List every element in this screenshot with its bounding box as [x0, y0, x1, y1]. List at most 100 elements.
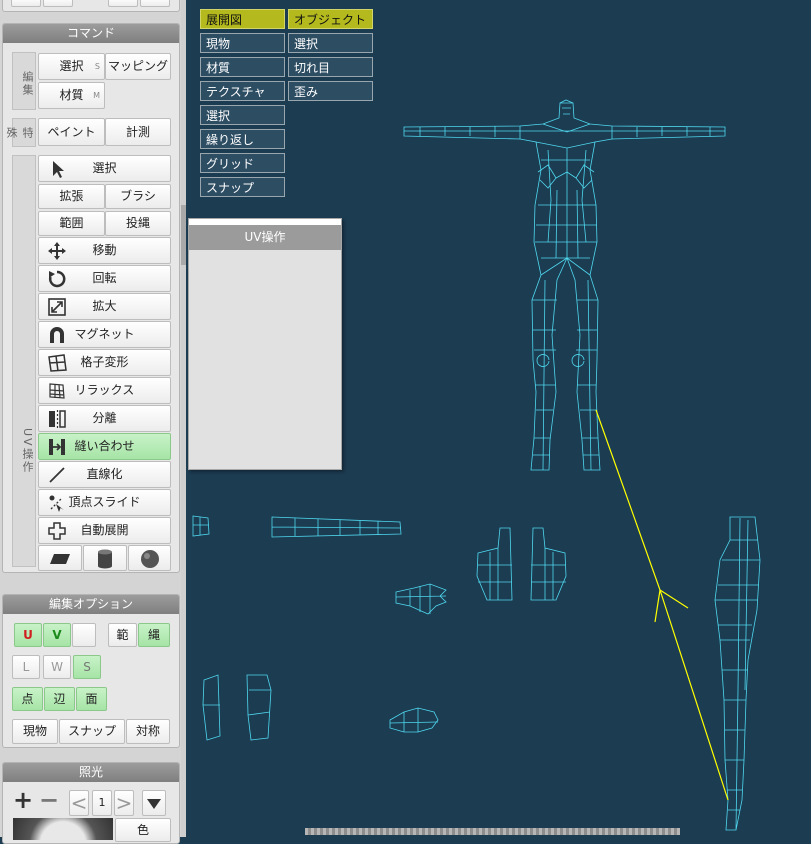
- tool-straighten-button[interactable]: 直線化: [38, 461, 171, 488]
- select-shortcut: S: [94, 62, 100, 71]
- menu-grid[interactable]: グリッド: [200, 153, 285, 173]
- tool-expand-button[interactable]: 拡張: [38, 184, 105, 209]
- command-panel: コマンド 編集 選択 S マッピング 材質 M 特殊 ペイント 計測 UV操作 …: [2, 23, 180, 573]
- paint-button[interactable]: ペイント: [38, 118, 105, 146]
- straight-line-icon: [49, 467, 65, 483]
- tab-object-view[interactable]: オブジェクト: [288, 9, 373, 29]
- menu-select-2[interactable]: 選択: [288, 33, 373, 53]
- tool-split-button[interactable]: 分離: [38, 405, 171, 432]
- tool-magnet-button[interactable]: マグネット: [38, 321, 171, 348]
- tool-auto-unwrap-label: 自動展開: [80, 523, 129, 537]
- edge-mode-toggle[interactable]: 辺: [44, 687, 75, 711]
- menu-repeat[interactable]: 繰り返し: [200, 129, 285, 149]
- tab-unwrap-view[interactable]: 展開図: [200, 9, 285, 29]
- select-mode-label: 選択: [59, 59, 84, 73]
- remnant-button-1[interactable]: [11, 0, 41, 7]
- range-option-toggle[interactable]: 範: [108, 623, 137, 647]
- tool-move-button[interactable]: 移動: [38, 237, 171, 264]
- left-panel: コマンド 編集 選択 S マッピング 材質 M 特殊 ペイント 計測 UV操作 …: [0, 0, 186, 844]
- remnant-button-4[interactable]: [140, 0, 170, 7]
- group-special-label: 特殊: [5, 118, 36, 147]
- remnant-button-2[interactable]: [43, 0, 73, 7]
- tool-rotate-button[interactable]: 回転: [38, 265, 171, 292]
- light-color-button[interactable]: 色: [115, 818, 171, 842]
- viewport-horizontal-scrollbar[interactable]: [305, 828, 680, 835]
- menu-material[interactable]: 材質: [200, 57, 285, 77]
- current-object-button[interactable]: 現物: [12, 719, 58, 744]
- mapping-button[interactable]: マッピング: [105, 53, 171, 80]
- seam-line-lower: [654, 589, 729, 801]
- blank-axis-toggle[interactable]: [72, 623, 96, 647]
- split-icon: [49, 410, 66, 428]
- vertex-slide-icon: [49, 495, 64, 512]
- arrow-cursor-icon: [53, 161, 64, 178]
- menu-select[interactable]: 選択: [200, 105, 285, 125]
- symmetry-button[interactable]: 対称: [126, 719, 170, 744]
- tool-lasso-button[interactable]: 投縄: [105, 211, 171, 236]
- seam-line-upper: [595, 409, 689, 609]
- move-arrows-icon: [48, 242, 66, 260]
- sphere-icon: [140, 550, 159, 568]
- select-mode-button[interactable]: 選択 S: [38, 53, 105, 80]
- add-light-icon[interactable]: +: [13, 788, 33, 812]
- prev-light-button[interactable]: <: [69, 790, 89, 816]
- uv-island-strip-left: [202, 674, 221, 741]
- relax-grid-icon: [49, 383, 65, 399]
- u-axis-toggle[interactable]: U: [14, 623, 42, 647]
- tool-scale-button[interactable]: 拡大: [38, 293, 171, 320]
- menu-current-object[interactable]: 現物: [200, 33, 285, 53]
- material-mode-label: 材質: [59, 88, 84, 102]
- world-toggle[interactable]: W: [43, 655, 71, 679]
- triangle-down-icon: [147, 799, 161, 809]
- snap-option-button[interactable]: スナップ: [59, 719, 125, 744]
- rotate-icon: [48, 270, 66, 288]
- lighting-panel: 照光 + − < 1 > 色: [2, 762, 180, 844]
- next-light-button[interactable]: >: [114, 790, 134, 816]
- cylinder-primitive-button[interactable]: [83, 545, 127, 571]
- group-uv-label: UV操作: [12, 155, 36, 567]
- point-mode-toggle[interactable]: 点: [12, 687, 43, 711]
- magnet-icon: [50, 327, 64, 343]
- remnant-button-3[interactable]: [108, 0, 138, 7]
- menu-snap[interactable]: スナップ: [200, 177, 285, 197]
- sphere-primitive-button[interactable]: [128, 545, 171, 571]
- lasso-option-toggle[interactable]: 縄: [138, 623, 170, 647]
- lattice-icon: [48, 354, 67, 372]
- material-shortcut: M: [93, 91, 100, 100]
- tool-lattice-button[interactable]: 格子変形: [38, 349, 171, 376]
- local-toggle[interactable]: L: [12, 655, 40, 679]
- group-edit-label: 編集: [12, 52, 36, 110]
- plane-icon: [50, 554, 70, 564]
- uv-island-left-stub: [192, 515, 210, 537]
- torso-grid: [535, 123, 597, 276]
- command-panel-title: コマンド: [3, 24, 179, 43]
- tool-straighten-label: 直線化: [86, 467, 123, 481]
- tool-stitch-button[interactable]: 縫い合わせ: [38, 433, 171, 460]
- tool-select-button[interactable]: 選択: [38, 155, 171, 182]
- tool-relax-button[interactable]: リラックス: [38, 377, 171, 404]
- edit-options-title: 編集オプション: [3, 595, 179, 614]
- material-mode-button[interactable]: 材質 M: [38, 82, 105, 109]
- tool-auto-unwrap-button[interactable]: 自動展開: [38, 517, 171, 544]
- unwrap-cross-icon: [48, 522, 66, 540]
- tool-rotate-label: 回転: [92, 271, 117, 285]
- measure-button[interactable]: 計測: [105, 118, 171, 146]
- light-menu-dropdown[interactable]: [142, 790, 166, 816]
- screen-toggle[interactable]: S: [73, 655, 101, 679]
- menu-seam[interactable]: 切れ目: [288, 57, 373, 77]
- plane-primitive-button[interactable]: [38, 545, 82, 571]
- menu-distortion[interactable]: 歪み: [288, 81, 373, 101]
- menu-texture[interactable]: テクスチャ: [200, 81, 285, 101]
- uv-island-strip-middle: [246, 674, 272, 741]
- face-mode-toggle[interactable]: 面: [76, 687, 107, 711]
- head-outline: [559, 99, 574, 115]
- tool-range-button[interactable]: 範囲: [38, 211, 105, 236]
- tool-brush-button[interactable]: ブラシ: [105, 184, 171, 209]
- stitch-icon: [49, 439, 65, 455]
- v-axis-toggle[interactable]: V: [43, 623, 71, 647]
- edit-options-panel: 編集オプション U V 範 縄 L W S 点 辺 面 現物 スナップ 対称: [2, 594, 180, 748]
- remove-light-icon[interactable]: −: [39, 788, 59, 812]
- tool-vertex-slide-button[interactable]: 頂点スライド: [38, 489, 171, 516]
- cylinder-icon: [98, 549, 112, 569]
- upper-body-outline: [403, 102, 726, 471]
